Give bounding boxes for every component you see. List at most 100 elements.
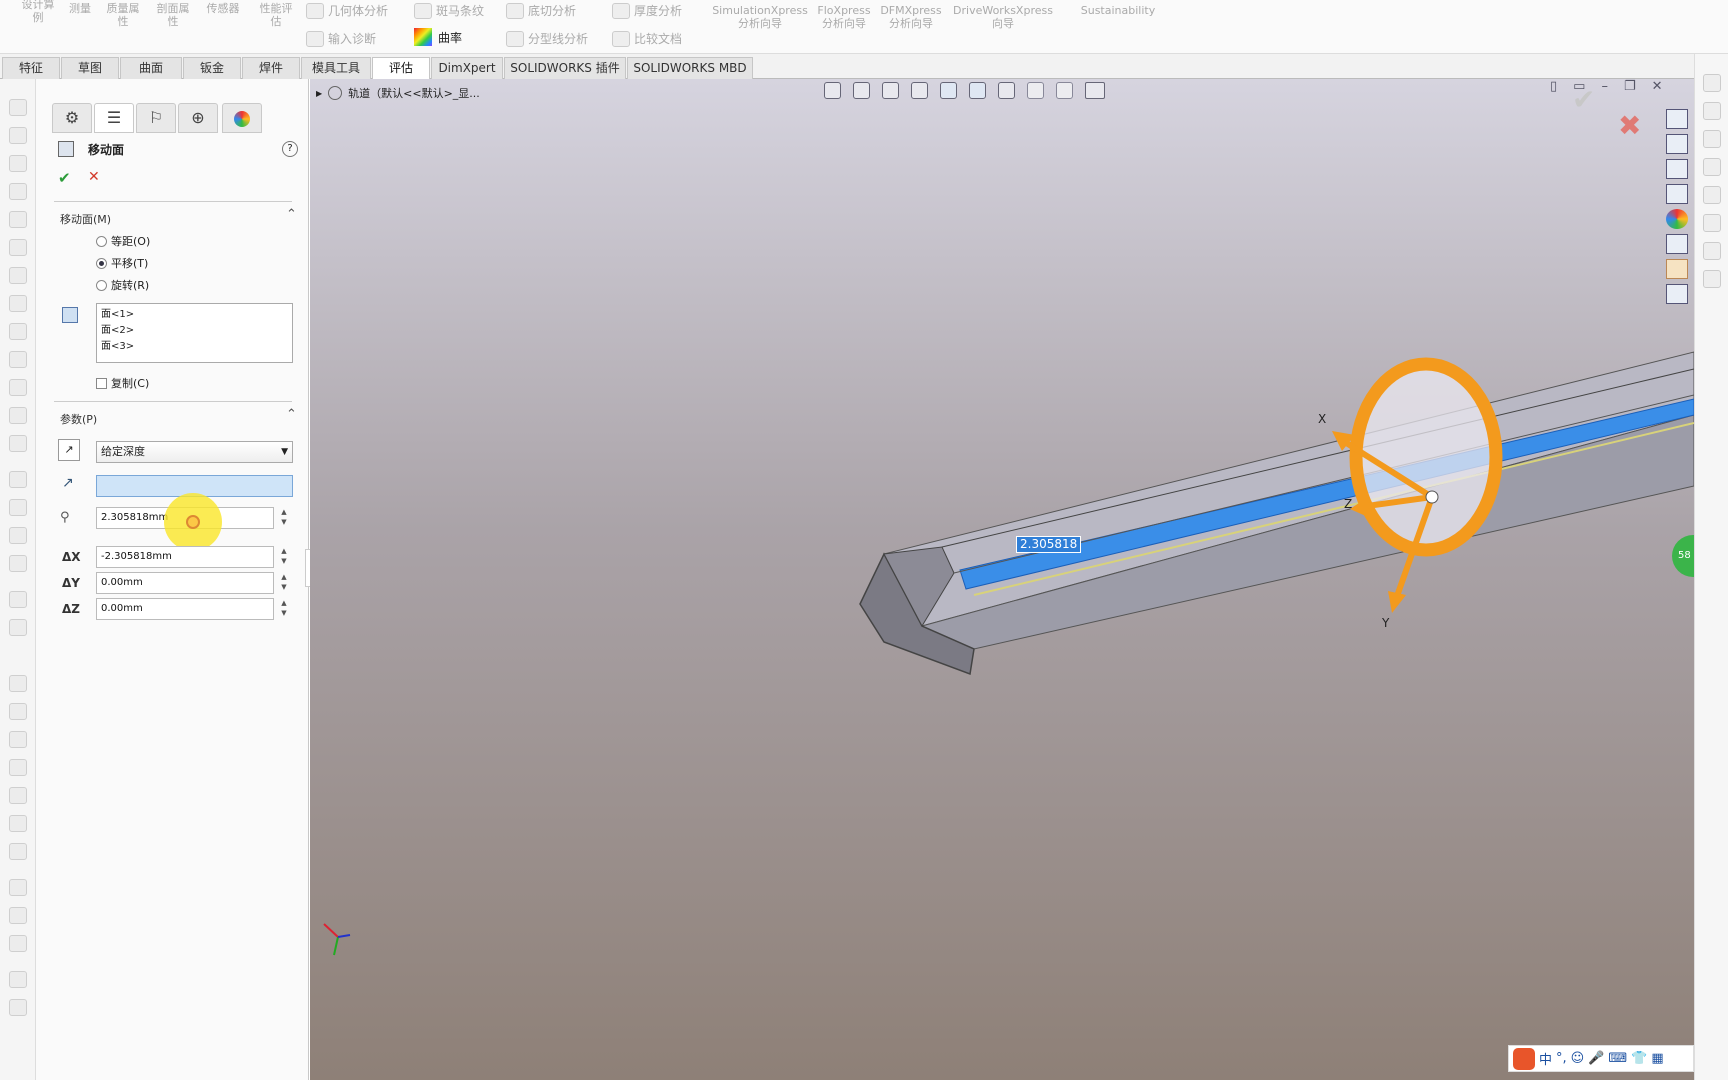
help-button[interactable]: ? bbox=[282, 141, 298, 157]
tool-icon[interactable] bbox=[9, 527, 27, 544]
delta-z-field[interactable]: 0.00mm bbox=[96, 598, 274, 620]
compare-documents-button[interactable]: 比较文档 bbox=[612, 30, 682, 47]
tool-icon[interactable] bbox=[9, 675, 27, 692]
import-diagnostics-button[interactable]: 输入诊断 bbox=[306, 30, 376, 47]
tool-icon[interactable] bbox=[9, 971, 27, 988]
tool-icon[interactable] bbox=[9, 759, 27, 776]
microphone-icon[interactable]: 🎤 bbox=[1588, 1051, 1604, 1066]
tool-icon[interactable] bbox=[9, 295, 27, 312]
thickness-analysis-button[interactable]: 厚度分析 bbox=[612, 2, 682, 19]
tab-features[interactable]: 特征 bbox=[2, 57, 60, 79]
tool-icon[interactable] bbox=[9, 555, 27, 572]
section-move-face-header[interactable]: 移动面(M) bbox=[60, 211, 111, 227]
tab-configuration-manager[interactable]: ⚐ bbox=[136, 103, 176, 133]
tool-icon[interactable] bbox=[1703, 242, 1721, 260]
dimension-callout[interactable]: 2.305818 bbox=[1016, 536, 1082, 553]
radio-translate[interactable]: 平移(T) bbox=[96, 255, 148, 271]
undercut-analysis-button[interactable]: 底切分析 bbox=[506, 2, 576, 19]
tool-icon[interactable] bbox=[9, 435, 27, 452]
tab-mold-tools[interactable]: 模具工具 bbox=[301, 57, 371, 79]
tool-icon[interactable] bbox=[9, 935, 27, 952]
tab-feature-manager[interactable]: ⚙ bbox=[52, 103, 92, 133]
graphics-viewport[interactable]: ▶ 轨道（默认<<默认>_显... ▯ ▭ – ❐ ✕ ✔ ✖ X Z Y 2.… bbox=[310, 79, 1694, 1080]
tool-icon[interactable] bbox=[9, 155, 27, 172]
emoji-icon[interactable]: ☺ bbox=[1571, 1051, 1585, 1066]
tool-icon[interactable] bbox=[1703, 270, 1721, 288]
tab-property-manager[interactable]: ☰ bbox=[94, 103, 134, 133]
tool-icon[interactable] bbox=[9, 879, 27, 896]
triad-origin[interactable] bbox=[1425, 490, 1439, 504]
tab-solidworks-addins[interactable]: SOLIDWORKS 插件 bbox=[504, 57, 626, 79]
tool-icon[interactable] bbox=[9, 907, 27, 924]
tab-sketch[interactable]: 草图 bbox=[61, 57, 119, 79]
tool-icon[interactable] bbox=[9, 619, 27, 636]
geometry-analysis-button[interactable]: 几何体分析 bbox=[306, 2, 388, 19]
triad-y-arrow[interactable] bbox=[1388, 591, 1406, 613]
chevron-up-icon[interactable]: ⌃ bbox=[286, 407, 297, 422]
skin-icon[interactable]: 👕 bbox=[1631, 1051, 1647, 1066]
keyboard-icon[interactable]: ⌨ bbox=[1608, 1051, 1627, 1066]
performance-evaluation-button[interactable]: 性能评 估 bbox=[252, 2, 300, 28]
tab-dimxpert-manager[interactable]: ⊕ bbox=[178, 103, 218, 133]
cancel-button[interactable]: ✕ bbox=[88, 169, 100, 185]
delta-x-spinner[interactable]: ▲ ▼ bbox=[278, 546, 290, 568]
end-condition-select[interactable]: 给定深度 ▼ bbox=[96, 441, 293, 463]
tab-solidworks-mbd[interactable]: SOLIDWORKS MBD bbox=[627, 57, 753, 79]
tool-icon[interactable] bbox=[9, 471, 27, 488]
rail-model[interactable] bbox=[310, 79, 1694, 1080]
tool-icon[interactable] bbox=[9, 499, 27, 516]
tool-icon[interactable] bbox=[9, 407, 27, 424]
radio-offset[interactable]: 等距(O) bbox=[96, 233, 150, 249]
tab-display-manager[interactable] bbox=[222, 103, 262, 133]
tool-icon[interactable] bbox=[1703, 158, 1721, 176]
tool-icon[interactable] bbox=[9, 999, 27, 1016]
design-study-button[interactable]: 设计算 例 bbox=[8, 0, 68, 24]
list-item[interactable]: 面<1> bbox=[101, 307, 288, 323]
delta-y-field[interactable]: 0.00mm bbox=[96, 572, 274, 594]
tab-weldments[interactable]: 焊件 bbox=[242, 57, 300, 79]
tool-icon[interactable] bbox=[9, 379, 27, 396]
ime-language[interactable]: 中 bbox=[1539, 1049, 1552, 1068]
driveworksxpress-button[interactable]: DriveWorksXpress 向导 bbox=[948, 4, 1058, 30]
sogou-logo-icon[interactable] bbox=[1513, 1047, 1535, 1070]
tab-dimxpert[interactable]: DimXpert bbox=[431, 57, 503, 79]
tool-icon[interactable] bbox=[9, 127, 27, 144]
reverse-direction-button[interactable]: ↗ bbox=[58, 439, 80, 461]
tool-icon[interactable] bbox=[9, 731, 27, 748]
face-selection-list[interactable]: 面<1> 面<2> 面<3> bbox=[96, 303, 293, 363]
ime-punctuation[interactable]: °, bbox=[1556, 1051, 1567, 1066]
tool-icon[interactable] bbox=[9, 787, 27, 804]
floxpress-button[interactable]: FloXpress 分析向导 bbox=[812, 4, 876, 30]
tab-surfaces[interactable]: 曲面 bbox=[120, 57, 182, 79]
section-parameters-header[interactable]: 参数(P) bbox=[60, 411, 97, 427]
tool-icon[interactable] bbox=[1703, 102, 1721, 120]
tab-evaluate[interactable]: 评估 bbox=[372, 57, 430, 80]
simulationxpress-button[interactable]: SimulationXpress 分析向导 bbox=[708, 4, 812, 30]
zebra-stripes-button[interactable]: 斑马条纹 bbox=[414, 2, 484, 19]
dfmxpress-button[interactable]: DFMXpress 分析向导 bbox=[876, 4, 946, 30]
tool-icon[interactable] bbox=[9, 815, 27, 832]
distance-spinner[interactable]: ▲ ▼ bbox=[278, 507, 290, 529]
tool-icon[interactable] bbox=[9, 99, 27, 116]
tool-icon[interactable] bbox=[1703, 130, 1721, 148]
copy-checkbox[interactable]: 复制(C) bbox=[96, 375, 149, 391]
tool-icon[interactable] bbox=[9, 591, 27, 608]
tool-icon[interactable] bbox=[9, 239, 27, 256]
sensor-button[interactable]: 传感器 bbox=[198, 2, 248, 15]
tool-icon[interactable] bbox=[1703, 74, 1721, 92]
list-item[interactable]: 面<2> bbox=[101, 323, 288, 339]
curvature-button[interactable]: 曲率 bbox=[414, 28, 462, 46]
tool-icon[interactable] bbox=[9, 267, 27, 284]
tool-icon[interactable] bbox=[9, 323, 27, 340]
ok-button[interactable]: ✔ bbox=[58, 169, 71, 187]
tool-icon[interactable] bbox=[9, 703, 27, 720]
tool-icon[interactable] bbox=[1703, 186, 1721, 204]
tab-sheet-metal[interactable]: 钣金 bbox=[183, 57, 241, 79]
mass-properties-button[interactable]: 质量属 性 bbox=[100, 2, 146, 28]
delta-y-spinner[interactable]: ▲ ▼ bbox=[278, 572, 290, 594]
list-item[interactable]: 面<3> bbox=[101, 339, 288, 355]
measure-button[interactable]: 测量 bbox=[62, 2, 98, 15]
sustainability-button[interactable]: Sustainability bbox=[1072, 4, 1164, 17]
tool-icon[interactable] bbox=[9, 211, 27, 228]
chevron-up-icon[interactable]: ⌃ bbox=[286, 207, 297, 222]
